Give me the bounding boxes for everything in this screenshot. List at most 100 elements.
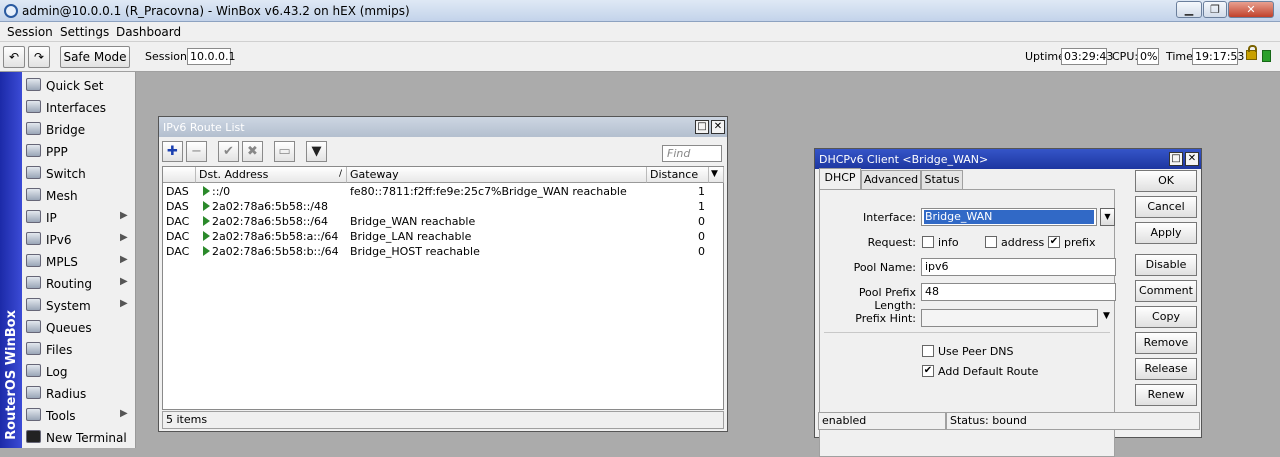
prefix-hint-input[interactable] [921,309,1098,327]
disable-button[interactable]: ✖ [242,141,263,162]
cross-icon: ✖ [247,144,258,159]
sidebar-item-files[interactable]: Files [22,338,136,360]
sidebar-item-label: Files [46,343,73,357]
sidebar-item-bridge[interactable]: Bridge [22,118,136,140]
sidebar-item-switch[interactable]: Switch [22,162,136,184]
add-button[interactable]: ✚ [162,141,183,162]
terminal-icon [26,430,41,443]
sidebar-item-label: PPP [46,145,68,159]
row-dst[interactable]: 2a02:78a6:5b58:a::/64 [203,229,347,244]
distance-column-header[interactable]: Distance [647,167,709,183]
radius-icon [26,386,41,399]
sidebar-item-log[interactable]: Log [22,360,136,382]
sidebar-item-routing[interactable]: Routing ▶ [22,272,136,294]
sidebar-item-mpls[interactable]: MPLS ▶ [22,250,136,272]
remove-button[interactable]: − [186,141,207,162]
row-dst[interactable]: 2a02:78a6:5b58:b::/64 [203,244,347,259]
row-dst-text: 2a02:78a6:5b58:a::/64 [212,230,339,243]
add-default-route-checkbox[interactable]: ✔ [922,365,934,377]
sidebar-item-label: MPLS [46,255,78,269]
maximize-button[interactable]: □ [1169,152,1183,166]
enable-button[interactable]: ✔ [218,141,239,162]
safe-mode-button[interactable]: Safe Mode [60,46,130,68]
use-peer-dns-checkbox[interactable] [922,345,934,357]
release-button[interactable]: Release [1135,358,1197,380]
dst-address-column-header[interactable]: Dst. Address / [196,167,347,183]
prefix-hint-label: Prefix Hint: [855,312,916,325]
renew-button[interactable]: Renew [1135,384,1197,406]
sidebar-item-quick-set[interactable]: Quick Set [22,74,136,96]
remove-button[interactable]: Remove [1135,332,1197,354]
sidebar-item-ipv6[interactable]: IPv6 ▶ [22,228,136,250]
menu-session[interactable]: Session [7,25,53,39]
sidebar-item-radius[interactable]: Radius [22,382,136,404]
comment-button[interactable]: ▭ [274,141,295,162]
restore-button[interactable]: ❐ [1203,1,1227,18]
gateway-column-header[interactable]: Gateway [347,167,647,183]
prefix-hint-dropdown-icon[interactable]: ▼ [1103,311,1110,321]
row-dst[interactable]: ::/0 [203,184,347,199]
main-toolbar: ↶ ↷ Safe Mode Session: 10.0.0.1 Uptime: … [0,42,1280,72]
route-list-title: IPv6 Route List [163,121,245,134]
sidebar-item-mesh[interactable]: Mesh [22,184,136,206]
row-distance: 0 [698,245,705,258]
request-prefix-checkbox[interactable]: ✔ [1048,236,1060,248]
submenu-arrow-icon: ▶ [120,298,128,309]
request-info-checkbox[interactable] [922,236,934,248]
cancel-button[interactable]: Cancel [1135,196,1197,218]
sidebar-item-label: System [46,299,91,313]
route-active-icon [203,186,210,196]
mesh-icon [26,188,41,201]
tab-dhcp[interactable]: DHCP [819,168,861,190]
redo-button[interactable]: ↷ [28,46,50,68]
column-menu-button[interactable]: ▼ [709,167,724,183]
close-button[interactable]: ✕ [1228,1,1274,18]
sidebar-item-new-terminal[interactable]: New Terminal [22,426,136,448]
route-table: Dst. Address / Gateway Distance ▼ DAS ::/… [162,166,724,410]
use-peer-dns-label: Use Peer DNS [938,345,1014,358]
sidebar-item-ppp[interactable]: PPP [22,140,136,162]
menu-dashboard[interactable]: Dashboard [116,25,181,39]
ok-button[interactable]: OK [1135,170,1197,192]
submenu-arrow-icon: ▶ [120,210,128,221]
files-icon [26,342,41,355]
comment-button[interactable]: Comment [1135,280,1197,302]
sidebar-item-label: Interfaces [46,101,106,115]
apply-button[interactable]: Apply [1135,222,1197,244]
filter-button[interactable]: ▼ [306,141,327,162]
dhcp-titlebar[interactable]: DHCPv6 Client <Bridge_WAN> □ ✕ [815,149,1201,169]
sidebar-item-tools[interactable]: Tools ▶ [22,404,136,426]
sidebar-item-ip[interactable]: IP ▶ [22,206,136,228]
route-active-icon [203,246,210,256]
copy-button[interactable]: Copy [1135,306,1197,328]
flags-column-header[interactable] [163,167,196,183]
maximize-button[interactable]: □ [695,120,709,134]
row-dst[interactable]: 2a02:78a6:5b58::/48 [203,199,347,214]
sidebar-item-interfaces[interactable]: Interfaces [22,96,136,118]
pool-name-input[interactable]: ipv6 [921,258,1116,276]
sidebar-item-system[interactable]: System ▶ [22,294,136,316]
close-button[interactable]: ✕ [711,120,725,134]
disable-button[interactable]: Disable [1135,254,1197,276]
interface-value: Bridge_WAN [924,210,1094,224]
find-input[interactable]: Find [662,145,722,162]
pool-prefix-length-input[interactable]: 48 [921,283,1116,301]
tab-advanced[interactable]: Advanced [861,170,921,190]
row-dst[interactable]: 2a02:78a6:5b58::/64 [203,214,347,229]
menu-settings[interactable]: Settings [60,25,109,39]
sidebar-item-label: Routing [46,277,93,291]
sidebar-item-label: Mesh [46,189,78,203]
lock-icon [1246,45,1257,60]
sidebar-item-queues[interactable]: Queues [22,316,136,338]
sidebar: Quick Set Interfaces Bridge PPP Switch M… [22,72,136,448]
route-list-titlebar[interactable]: IPv6 Route List □ ✕ [159,117,727,137]
tab-status[interactable]: Status [921,170,963,190]
request-address-checkbox[interactable] [985,236,997,248]
minimize-button[interactable]: ▁ [1176,1,1202,18]
row-flags: DAC [166,230,190,243]
close-button[interactable]: ✕ [1185,152,1199,166]
interface-dropdown-button[interactable]: ▼ [1100,208,1115,226]
interface-select[interactable]: Bridge_WAN [921,208,1097,226]
undo-button[interactable]: ↶ [3,46,25,68]
row-distance: 0 [698,230,705,243]
